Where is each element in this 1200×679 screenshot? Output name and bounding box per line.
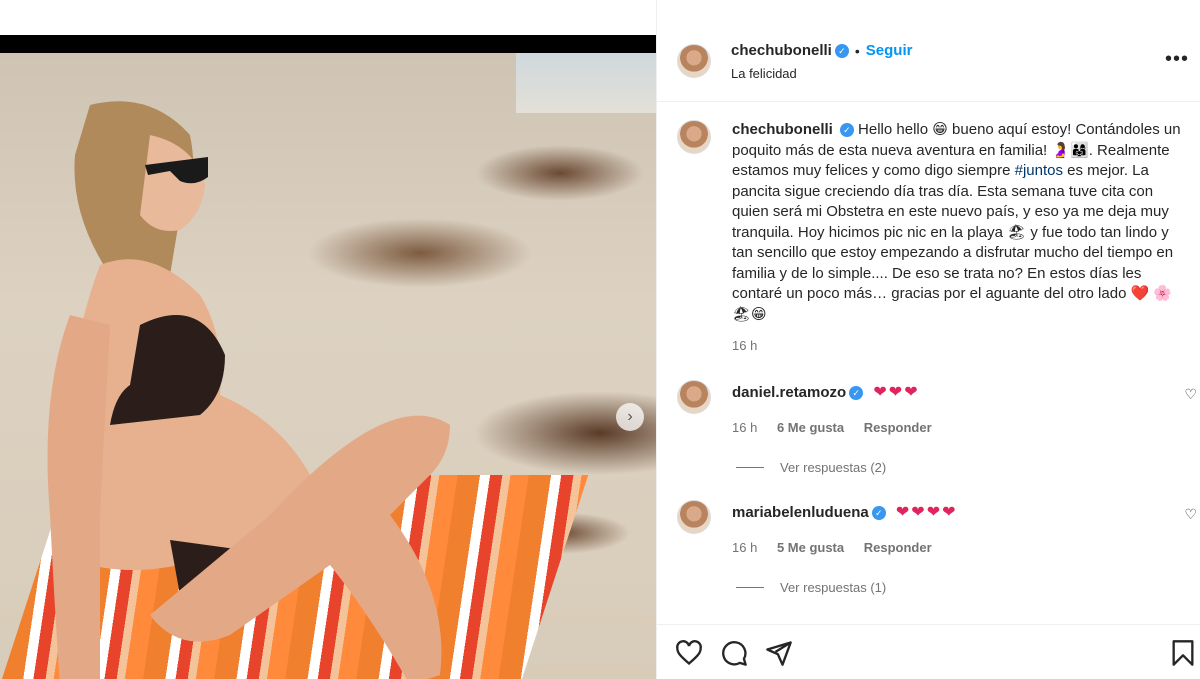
- caption-text: chechubonelli ✓ Hello hello 😁 bueno aquí …: [732, 120, 1182, 325]
- author-username[interactable]: chechubonelli: [731, 42, 832, 59]
- comment-likes[interactable]: 6 Me gusta: [777, 420, 844, 435]
- comment-time[interactable]: 16 h: [732, 420, 757, 435]
- verified-badge-icon: ✓: [871, 506, 886, 521]
- chevron-right-icon[interactable]: ›: [616, 403, 644, 431]
- comment-meta: 16 h 5 Me gusta Responder: [732, 540, 932, 555]
- comment-time[interactable]: 16 h: [732, 540, 757, 555]
- post-location[interactable]: La felicidad: [731, 66, 797, 81]
- verified-badge-icon: ✓: [839, 123, 854, 138]
- view-replies-button[interactable]: Ver respuestas (1): [736, 580, 886, 595]
- caption-body-part2: es mejor. La pancita sigue creciendo día…: [732, 162, 1174, 323]
- comment-body: mariabelenluduena ✓ ❤❤❤❤: [732, 502, 958, 522]
- media-top-border: [0, 35, 656, 53]
- commenter-username[interactable]: daniel.retamozo: [732, 384, 846, 401]
- post-media[interactable]: ›: [0, 35, 656, 679]
- post-side-panel: chechubonelli ✓ • Seguir La felicidad ••…: [656, 0, 1200, 679]
- view-replies-label: Ver respuestas (1): [780, 580, 887, 595]
- reply-button[interactable]: Responder: [864, 540, 932, 555]
- author-avatar[interactable]: [677, 44, 711, 78]
- verified-badge-icon: ✓: [834, 43, 849, 58]
- heart-icon[interactable]: ♡: [1184, 386, 1197, 403]
- view-replies-label: Ver respuestas (2): [780, 460, 887, 475]
- comment-body: daniel.retamozo ✓ ❤❤❤: [732, 382, 920, 402]
- bookmark-icon[interactable]: [1169, 639, 1197, 667]
- woman-on-beach-figure: [47, 101, 450, 679]
- comment-icon[interactable]: [720, 639, 748, 667]
- separator-dot: •: [854, 42, 860, 59]
- share-icon[interactable]: [765, 639, 793, 667]
- caption-timestamp[interactable]: 16 h: [732, 338, 757, 353]
- comment-likes[interactable]: 5 Me gusta: [777, 540, 844, 555]
- heart-icon[interactable]: ♡: [1184, 506, 1197, 523]
- replies-divider-line: [736, 587, 764, 588]
- author-line: chechubonelli ✓ • Seguir: [731, 42, 912, 59]
- view-replies-button[interactable]: Ver respuestas (2): [736, 460, 886, 475]
- follow-button[interactable]: Seguir: [866, 42, 913, 59]
- reply-button[interactable]: Responder: [864, 420, 932, 435]
- post-action-bar: [657, 624, 1200, 679]
- commenter-avatar[interactable]: [677, 500, 711, 534]
- hashtag-link[interactable]: #juntos: [1015, 162, 1063, 179]
- heart-icon[interactable]: [675, 639, 703, 667]
- comment-text: ❤❤❤: [873, 384, 920, 401]
- caption-author-avatar[interactable]: [677, 120, 711, 154]
- commenter-avatar[interactable]: [677, 380, 711, 414]
- commenter-username[interactable]: mariabelenluduena: [732, 504, 869, 521]
- caption-author-username[interactable]: chechubonelli: [732, 121, 833, 138]
- more-options-icon[interactable]: •••: [1165, 48, 1189, 71]
- comment-meta: 16 h 6 Me gusta Responder: [732, 420, 932, 435]
- sea-background: [516, 53, 656, 113]
- comment-text: ❤❤❤❤: [895, 504, 958, 521]
- replies-divider-line: [736, 467, 764, 468]
- post-header: chechubonelli ✓ • Seguir La felicidad ••…: [657, 30, 1200, 102]
- verified-badge-icon: ✓: [849, 386, 864, 401]
